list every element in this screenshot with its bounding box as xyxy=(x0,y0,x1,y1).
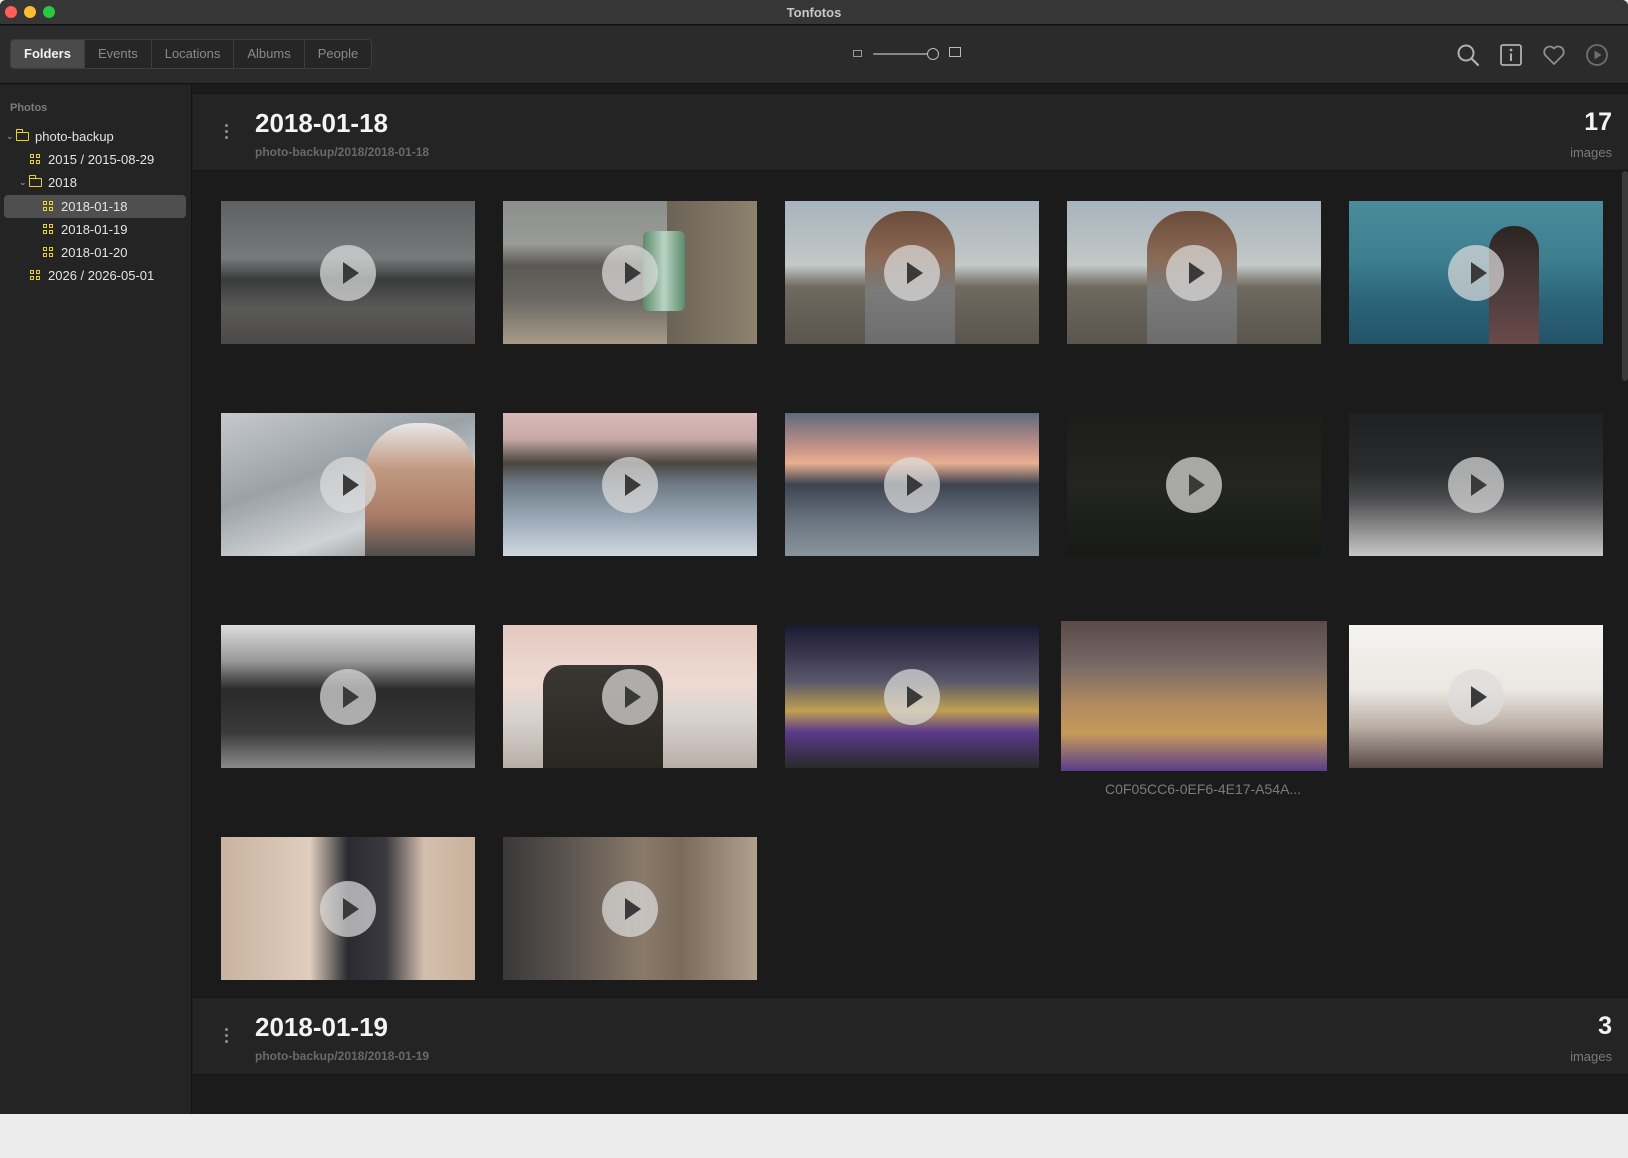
play-icon[interactable] xyxy=(320,668,376,725)
section-path: photo-backup/2018/2018-01-18 xyxy=(255,145,430,159)
section-image-count: 17 xyxy=(1584,108,1612,136)
video-thumbnail[interactable] xyxy=(503,201,757,344)
section-header: 2018-01-19 photo-backup/2018/2018-01-19 … xyxy=(193,997,1628,1075)
app-window: Tonfotos Folders Events Locations Albums… xyxy=(0,0,1628,1114)
sidebar: Photos ⌄ photo-backup 2015 / 2015-08-29 … xyxy=(0,85,192,1114)
play-icon[interactable] xyxy=(320,456,376,513)
tab-albums[interactable]: Albums xyxy=(234,40,305,68)
tab-locations[interactable]: Locations xyxy=(151,40,235,68)
heart-icon[interactable] xyxy=(1541,42,1567,68)
play-icon[interactable] xyxy=(1166,244,1222,301)
tab-folders[interactable]: Folders xyxy=(11,40,85,68)
sidebar-item-label: 2018-01-19 xyxy=(61,222,128,237)
video-thumbnail[interactable] xyxy=(785,413,1039,556)
section-menu-icon[interactable] xyxy=(225,124,229,142)
view-mode-tabs: Folders Events Locations Albums People xyxy=(10,39,373,69)
section-path: photo-backup/2018/2018-01-19 xyxy=(255,1049,430,1063)
video-thumbnail[interactable] xyxy=(1067,201,1321,344)
video-thumbnail[interactable] xyxy=(785,625,1039,768)
video-thumbnail[interactable] xyxy=(221,625,475,768)
video-thumbnail[interactable] xyxy=(221,413,475,556)
play-icon[interactable] xyxy=(602,880,658,937)
sidebar-item-label: 2015 / 2015-08-29 xyxy=(48,152,155,167)
desktop-background xyxy=(0,1114,1628,1158)
grid-icon xyxy=(30,270,41,281)
sidebar-item-label: 2018-01-20 xyxy=(61,245,128,260)
toolbar: Folders Events Locations Albums People xyxy=(0,26,1628,84)
grid-icon xyxy=(43,224,54,235)
video-thumbnail-hovered[interactable] xyxy=(1061,621,1327,771)
sidebar-item-photo-backup[interactable]: ⌄ photo-backup xyxy=(6,125,114,148)
chevron-down-icon[interactable]: ⌄ xyxy=(19,171,29,194)
section-count-unit: images xyxy=(1570,145,1612,160)
section-header: 2018-01-18 photo-backup/2018/2018-01-18 … xyxy=(193,93,1628,171)
search-icon[interactable] xyxy=(1455,42,1481,68)
play-icon[interactable] xyxy=(1448,668,1504,725)
video-thumbnail[interactable] xyxy=(1349,201,1603,344)
chevron-down-icon[interactable]: ⌄ xyxy=(6,125,16,148)
video-thumbnail[interactable] xyxy=(503,413,757,556)
thumbnail-filename-caption: C0F05CC6-0EF6-4E17-A54A... xyxy=(1105,781,1302,797)
title-bar: Tonfotos xyxy=(0,0,1628,25)
sidebar-item-label: 2018 xyxy=(48,175,77,190)
section-image-count: 3 xyxy=(1598,1012,1612,1040)
video-thumbnail[interactable] xyxy=(1349,625,1603,768)
play-icon[interactable] xyxy=(602,244,658,301)
video-thumbnail[interactable] xyxy=(1349,413,1603,556)
play-icon[interactable] xyxy=(602,668,658,725)
folder-icon xyxy=(16,129,29,141)
sidebar-item-label: 2026 / 2026-05-01 xyxy=(48,268,155,283)
video-thumbnail[interactable] xyxy=(221,837,475,980)
section-count-unit: images xyxy=(1570,1049,1612,1064)
window-title: Tonfotos xyxy=(786,5,842,20)
play-icon[interactable] xyxy=(884,668,940,725)
gallery-view[interactable]: 2018-01-18 photo-backup/2018/2018-01-18 … xyxy=(193,85,1628,1114)
vertical-scrollbar[interactable] xyxy=(1622,171,1628,381)
play-icon[interactable] xyxy=(1448,244,1504,301)
grid-icon xyxy=(43,247,54,258)
video-thumbnail[interactable] xyxy=(221,201,475,344)
tab-people[interactable]: People xyxy=(304,40,372,68)
grid-icon xyxy=(43,201,54,212)
sidebar-item-label: photo-backup xyxy=(35,129,114,144)
play-icon[interactable] xyxy=(1166,456,1222,513)
sidebar-item-2018-01-18[interactable]: 2018-01-18 xyxy=(4,195,186,218)
large-image-icon xyxy=(949,47,961,57)
play-circle-icon[interactable] xyxy=(1584,42,1610,68)
folder-icon xyxy=(29,175,42,187)
play-icon[interactable] xyxy=(884,244,940,301)
small-image-icon xyxy=(853,50,862,57)
play-icon[interactable] xyxy=(1448,456,1504,513)
sidebar-item-2015-08-29[interactable]: 2015 / 2015-08-29 xyxy=(30,148,154,171)
sidebar-item-label: 2018-01-18 xyxy=(61,199,128,214)
video-thumbnail[interactable] xyxy=(503,837,757,980)
video-thumbnail[interactable] xyxy=(1067,413,1321,556)
slider-handle[interactable] xyxy=(927,48,940,60)
play-icon[interactable] xyxy=(884,456,940,513)
play-icon[interactable] xyxy=(602,456,658,513)
sidebar-item-2026-05-01[interactable]: 2026 / 2026-05-01 xyxy=(30,264,154,287)
tab-events[interactable]: Events xyxy=(84,40,152,68)
sidebar-item-2018-01-20[interactable]: 2018-01-20 xyxy=(43,241,128,264)
thumbnail-size-slider[interactable] xyxy=(853,43,961,65)
info-icon[interactable] xyxy=(1498,42,1524,68)
sidebar-item-2018-01-19[interactable]: 2018-01-19 xyxy=(43,218,128,241)
video-thumbnail[interactable] xyxy=(503,625,757,768)
video-thumbnail[interactable] xyxy=(785,201,1039,344)
grid-icon xyxy=(30,154,41,165)
section-title: 2018-01-18 xyxy=(255,108,388,138)
section-menu-icon[interactable] xyxy=(225,1028,229,1046)
sidebar-section-photos: Photos xyxy=(10,102,48,114)
play-icon[interactable] xyxy=(320,244,376,301)
play-icon[interactable] xyxy=(320,880,376,937)
sidebar-item-2018[interactable]: ⌄ 2018 xyxy=(19,171,77,194)
section-title: 2018-01-19 xyxy=(255,1012,388,1042)
